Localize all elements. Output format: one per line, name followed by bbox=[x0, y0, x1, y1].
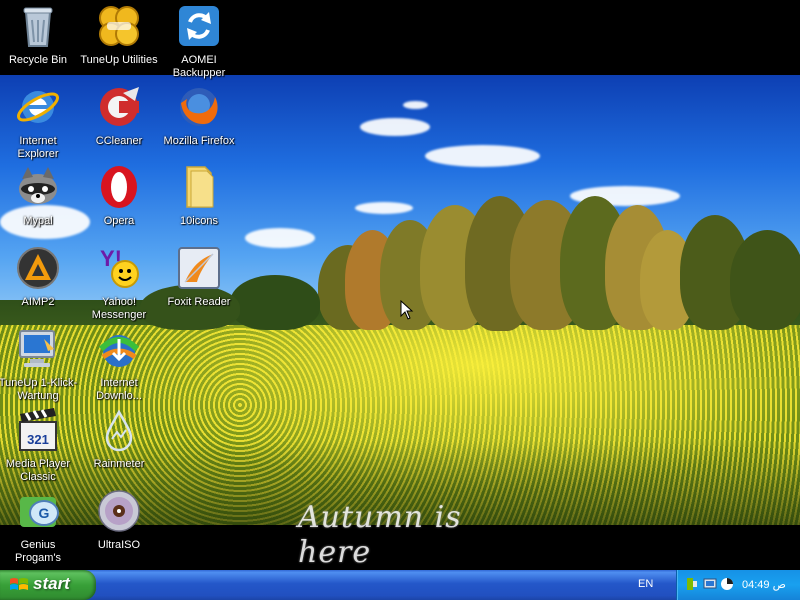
windows-logo-icon bbox=[10, 578, 28, 590]
film-clapper-icon: 321 bbox=[14, 406, 62, 454]
tree bbox=[730, 230, 800, 330]
desktop-icon-10icons-folder[interactable]: 10icons bbox=[159, 163, 239, 228]
desktop-icon-label: Genius Progam's bbox=[14, 539, 62, 564]
monitor-icon bbox=[14, 325, 62, 373]
desktop-icon-label: Recycle Bin bbox=[8, 54, 68, 66]
internet-explorer-icon bbox=[14, 83, 62, 131]
start-button[interactable]: start bbox=[0, 570, 96, 600]
desktop-icon-recycle-bin[interactable]: Recycle Bin bbox=[0, 2, 78, 67]
desktop-icon-yahoo-messenger[interactable]: Y! Yahoo! Messenger bbox=[79, 244, 159, 322]
desktop-icon-label: CCleaner bbox=[95, 135, 143, 147]
clock[interactable]: 04:49 ص bbox=[742, 578, 786, 591]
start-label: start bbox=[33, 574, 70, 593]
desktop-icon-aimp2[interactable]: AIMP2 bbox=[0, 244, 78, 309]
safely-remove-hardware-icon[interactable] bbox=[685, 577, 699, 591]
desktop-icon-label: AIMP2 bbox=[21, 296, 55, 308]
desktop-icon-label: Internet Explorer bbox=[17, 135, 59, 160]
language-indicator[interactable]: EN bbox=[638, 578, 653, 590]
desktop-icon-label: Foxit Reader bbox=[167, 296, 231, 308]
raccoon-icon bbox=[14, 163, 62, 211]
desktop-icon-label: TuneUp 1-Klick-Wartung bbox=[0, 377, 78, 402]
desktop-icon-label: Internet Downlo... bbox=[96, 377, 142, 402]
desktop-icon-label: Media Player Classic bbox=[5, 458, 71, 483]
desktop-icon-opera[interactable]: Opera bbox=[79, 163, 159, 228]
desktop-icon-media-player-classic[interactable]: 321 Media Player Classic bbox=[0, 406, 78, 484]
desktop-icon-ultraiso[interactable]: UltraISO bbox=[79, 487, 159, 552]
desktop-icon-internet-explorer[interactable]: Internet Explorer bbox=[0, 83, 78, 161]
display-settings-icon[interactable] bbox=[720, 577, 734, 591]
desktop-icon-aomei-backupper[interactable]: AOMEI Backupper bbox=[159, 2, 239, 80]
download-manager-icon bbox=[95, 325, 143, 373]
desktop-icon-label: Yahoo! Messenger bbox=[91, 296, 147, 321]
desktop-icon-label: UltraISO bbox=[97, 539, 141, 551]
desktop-icon-mypal[interactable]: Mypal bbox=[0, 163, 78, 228]
desktop-icon-label: Rainmeter bbox=[93, 458, 145, 470]
recycle-bin-icon bbox=[14, 2, 62, 50]
network-icon[interactable] bbox=[703, 577, 717, 591]
folder-icon bbox=[175, 163, 223, 211]
rainmeter-drop-icon bbox=[95, 406, 143, 454]
yahoo-messenger-icon: Y! bbox=[95, 244, 143, 292]
mouse-pointer-icon bbox=[400, 300, 414, 320]
desktop-icon-label: Mypal bbox=[23, 215, 53, 227]
aomei-backupper-icon bbox=[175, 2, 223, 50]
desktop-icon-rainmeter[interactable]: Rainmeter bbox=[79, 406, 159, 471]
firefox-icon bbox=[175, 83, 223, 131]
desktop-icon-tuneup-utilities[interactable]: TuneUp Utilities bbox=[79, 2, 159, 67]
ccleaner-icon bbox=[95, 83, 143, 131]
disc-icon bbox=[95, 487, 143, 535]
svg-text:G: G bbox=[39, 505, 50, 521]
desktop-icon-ccleaner[interactable]: CCleaner bbox=[79, 83, 159, 148]
desktop-icon-label: TuneUp Utilities bbox=[80, 54, 158, 66]
desktop-icon-mozilla-firefox[interactable]: Mozilla Firefox bbox=[159, 83, 239, 148]
desktop-icon-label: Opera bbox=[103, 215, 135, 227]
desktop-icon-internet-download-manager[interactable]: Internet Downlo... bbox=[79, 325, 159, 403]
foxit-reader-icon bbox=[175, 244, 223, 292]
taskbar: start EN 04:49 ص bbox=[0, 570, 800, 600]
desktop-icon-label: Mozilla Firefox bbox=[163, 135, 235, 147]
tuneup-utilities-icon bbox=[95, 2, 143, 50]
desktop-icon-tuneup-1-click[interactable]: TuneUp 1-Klick-Wartung bbox=[0, 325, 78, 403]
desktop-icon-foxit-reader[interactable]: Foxit Reader bbox=[159, 244, 239, 309]
desktop-icon-label: 10icons bbox=[180, 215, 218, 227]
desktop-icon-label: AOMEI Backupper bbox=[172, 54, 226, 79]
aimp-icon bbox=[14, 244, 62, 292]
tree bbox=[230, 275, 320, 330]
wallpaper-caption: Autumn is here bbox=[298, 500, 462, 570]
desktop-icon-genius-programs[interactable]: G Genius Progam's bbox=[0, 487, 78, 565]
software-box-icon: G bbox=[14, 487, 62, 535]
opera-icon bbox=[95, 163, 143, 211]
svg-text:321: 321 bbox=[27, 432, 49, 447]
